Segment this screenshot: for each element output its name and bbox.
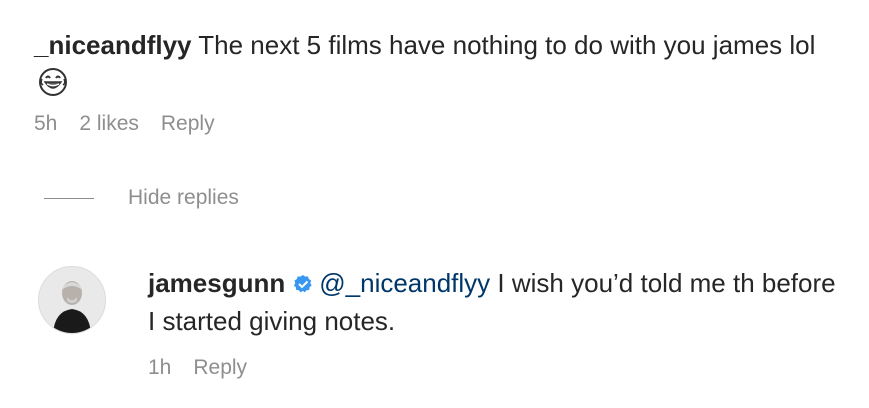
avatar[interactable]	[38, 266, 106, 334]
laughing-crying-emoji-icon	[39, 68, 67, 96]
comment-text: _niceandflyy The next 5 films have nothi…	[34, 26, 834, 102]
hide-replies-button[interactable]: Hide replies	[44, 186, 239, 210]
comment: _niceandflyy The next 5 films have nothi…	[34, 26, 834, 136]
hide-replies-label: Hide replies	[128, 186, 239, 209]
comment-reply-button[interactable]: Reply	[161, 112, 215, 136]
reply-meta: 1h Reply	[148, 356, 848, 380]
avatar-image	[39, 267, 105, 333]
replies-divider-line	[44, 197, 94, 199]
reply-body: jamesgunn @_niceandflyy I wish you’d tol…	[148, 264, 848, 380]
reply-mention-link[interactable]: @_niceandflyy	[319, 268, 490, 298]
reply-username[interactable]: jamesgunn	[148, 268, 285, 298]
comment-time: 5h	[34, 112, 58, 135]
verified-badge-icon	[294, 275, 312, 293]
comment-likes[interactable]: 2 likes	[79, 112, 139, 136]
comment-meta: 5h 2 likes Reply	[34, 112, 834, 136]
reply-reply-button[interactable]: Reply	[193, 356, 247, 380]
comment-body: The next 5 films have nothing to do with…	[198, 30, 816, 60]
reply-text: jamesgunn @_niceandflyy I wish you’d tol…	[148, 264, 848, 340]
comment-username[interactable]: _niceandflyy	[34, 30, 192, 60]
reply-time: 1h	[148, 356, 172, 379]
